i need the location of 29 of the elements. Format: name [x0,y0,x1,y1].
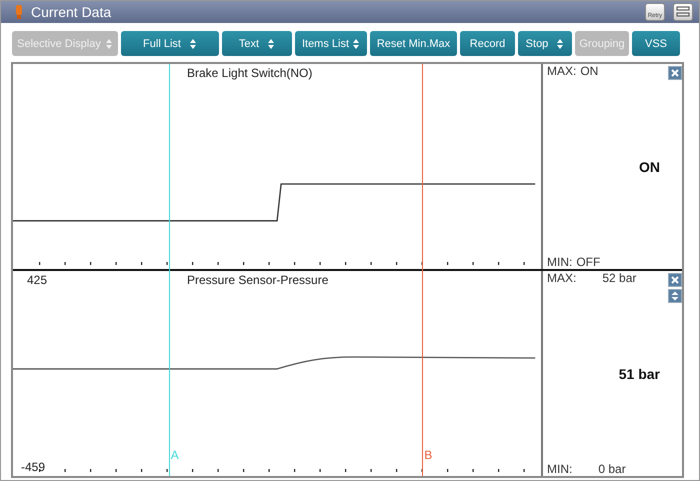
close-button[interactable] [668,66,682,80]
cursor-label: A [170,448,179,462]
close-button[interactable] [668,273,682,287]
min-label: MIN: [547,255,572,269]
toolbar-button[interactable]: Text [222,31,292,56]
min-value: OFF [576,255,600,269]
max-label: MAX: [547,64,576,78]
min-label: MIN: [547,462,572,476]
scale-min: -459 [21,460,46,474]
toolbar-button[interactable]: VSS [632,31,680,56]
toolbar-button[interactable]: Full List [121,31,219,56]
menu-button[interactable] [673,3,693,21]
resize-button[interactable] [668,289,682,303]
window-title: Current Data [31,4,112,20]
toolbar-button[interactable]: Reset Min.Max [370,31,457,56]
scale-max: 425 [27,273,48,287]
current-value: ON [639,158,660,174]
current-value: 51 bar [618,366,660,382]
max-value: 52 bar [602,271,636,285]
channel-name: Brake Light Switch(NO) [187,66,312,80]
cursor-label: B [424,448,432,462]
min-value: 0 bar [598,462,626,476]
channel-name: Pressure Sensor-Pressure [187,273,328,287]
max-label: MAX: [547,271,576,285]
toolbar-button[interactable]: Record [460,31,515,56]
app-icon [15,5,23,19]
max-value: ON [580,64,598,78]
toolbar-button[interactable]: Items List [295,31,367,56]
toolbar-button[interactable]: Stop [518,31,572,56]
